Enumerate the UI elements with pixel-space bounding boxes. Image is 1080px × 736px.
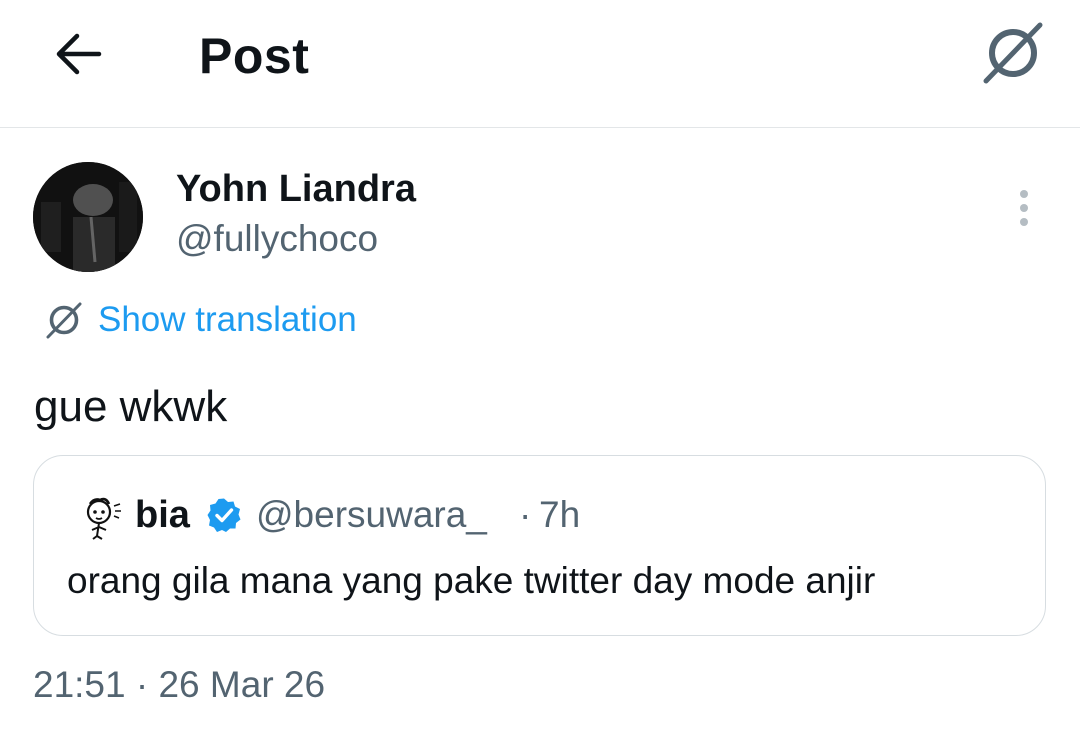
timestamp-separator: · [125, 664, 159, 705]
post-timestamp: 21:51 · 26 Mar 26 [33, 662, 325, 708]
translate-button[interactable] [978, 20, 1048, 86]
arrow-left-icon [56, 33, 102, 75]
translate-icon [983, 22, 1043, 84]
top-bar: Post [0, 0, 1080, 128]
post-time: 21:51 [33, 664, 126, 705]
avatar-image [33, 162, 143, 272]
more-dot-icon [1020, 218, 1028, 226]
quote-timestamp: 7h [539, 494, 581, 535]
more-options-button[interactable] [1000, 180, 1048, 236]
post-text: gue wkwk [34, 382, 228, 431]
translate-icon [46, 302, 82, 339]
author-display-name[interactable]: Yohn Liandra [176, 167, 416, 211]
author-avatar[interactable] [33, 162, 143, 272]
post-date: 26 Mar 26 [158, 664, 326, 705]
show-translation-link[interactable]: Show translation [44, 297, 357, 343]
page-title: Post [199, 28, 310, 84]
verified-badge-icon [207, 498, 241, 532]
quote-author-handle: @bersuwara_ [256, 494, 487, 535]
show-translation-label: Show translation [98, 300, 357, 339]
quote-author-avatar [86, 497, 121, 540]
quoted-post-card[interactable]: bia @bersuwara_ · 7h orang gila mana yan… [33, 455, 1046, 636]
more-dot-icon [1020, 204, 1028, 212]
quote-separator: · [519, 494, 532, 535]
post-screen: Post Yohn Liandra @fullychoco Show trans… [0, 0, 1080, 736]
more-dot-icon [1020, 190, 1028, 198]
author-handle[interactable]: @fullychoco [176, 217, 378, 261]
quote-author-name: bia [135, 494, 190, 536]
quote-text: orang gila mana yang pake twitter day mo… [67, 560, 876, 601]
back-button[interactable] [48, 26, 108, 82]
